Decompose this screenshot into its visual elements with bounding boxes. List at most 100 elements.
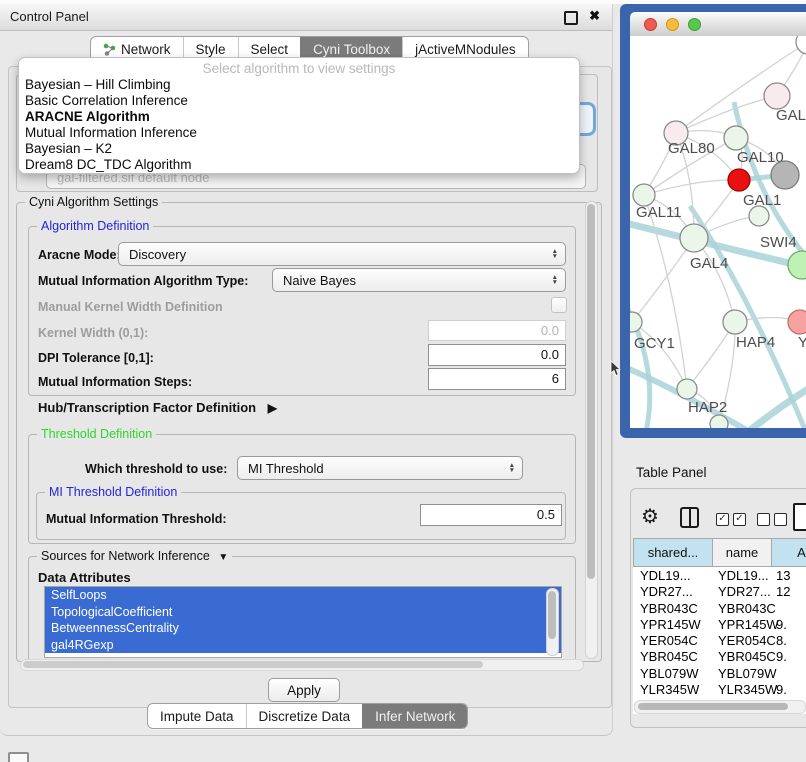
kernel-width-field[interactable]: 0.0 [428,320,566,341]
table-cell: YER054C [640,633,698,648]
table-row[interactable]: YDL19...YDL19...13 [633,567,806,583]
network-node-y[interactable] [788,310,806,334]
attribute-item[interactable]: BetweennessCentrality [45,620,561,637]
network-window-titlebar[interactable] [630,12,806,37]
network-node[interactable] [710,415,728,428]
attribute-item[interactable]: gal4RGexp [45,637,561,654]
table-row[interactable]: YBR045CYBR045C9. [633,648,806,664]
mi-threshold-field[interactable]: 0.5 [420,504,562,526]
algorithm-option[interactable]: ARACNE Algorithm [19,109,579,125]
node-label: GAL11 [636,204,682,221]
network-edge[interactable] [644,195,687,389]
table-row[interactable]: YBL079WYBL079W [633,665,806,681]
gear-icon[interactable]: ⚙ [641,504,659,529]
panel-title: Control Panel [10,9,89,24]
sources-title: Sources for Network Inference [41,549,210,563]
dpi-tolerance-field[interactable]: 0.0 [428,344,566,366]
tab-label: Cyni Toolbox [313,42,390,57]
algorithm-option[interactable]: Dream8 DC_TDC Algorithm [19,157,579,173]
network-node-gal[interactable] [764,83,790,109]
table-cell: YBR043C [718,601,776,616]
table-row[interactable]: YDR27...YDR27...12 [633,583,806,599]
network-node-gcy1[interactable] [630,312,642,332]
network-node-gal1[interactable] [728,169,750,191]
deselect-all-checkboxes-icon[interactable] [757,513,787,526]
hub-definition-expander[interactable]: Hub/Transcription Factor Definition ▶ [38,400,277,415]
algorithm-option[interactable]: Bayesian – Hill Climbing [19,77,579,93]
node-label: GAL4 [690,255,728,272]
node-label: Y [798,334,806,351]
column-header[interactable]: A [771,539,806,566]
table-cell: YPR145W [718,617,779,632]
data-attributes-list[interactable]: SelfLoopsTopologicalCoefficientBetweenne… [44,586,562,658]
table-cell: 9. [776,682,787,697]
column-header[interactable]: name [712,539,771,566]
stepper-arrows-icon: ▲▼ [509,463,515,473]
attribute-item[interactable]: TopologicalCoefficient [45,604,561,621]
tab-label: Network [121,42,171,57]
attributes-list-scrollbar[interactable] [546,588,559,656]
close-panel-icon[interactable]: ✖ [589,8,600,24]
new-table-icon[interactable] [793,503,806,531]
network-node-swi4[interactable] [749,206,769,226]
tab-label: Style [196,42,226,57]
apply-button[interactable]: Apply [268,678,340,702]
network-canvas[interactable]: GALGAL80GAL10GAL1GAL11SWI4GAL4GCY1HAP4YH… [630,36,806,428]
cyni-settings-title: Cyni Algorithm Settings [25,195,162,209]
hub-definition-label: Hub/Transcription Factor Definition [38,400,256,415]
settings-vertical-scrollbar[interactable] [585,201,598,659]
tab-infer-network[interactable]: Infer Network [362,704,467,728]
mi-threshold-title: MI Threshold Definition [45,485,181,499]
algorithm-option[interactable]: Mutual Information Inference [19,125,579,141]
table-cell: YDL19... [640,568,691,583]
select-all-checkboxes-icon[interactable]: ✓✓ [716,513,746,526]
table-horizontal-scrollbar[interactable] [634,700,806,714]
manual-kernel-checkbox[interactable] [551,297,567,313]
table-cell: YER054C [718,633,776,648]
table-cell: YBL079W [640,666,699,681]
network-node[interactable] [788,251,806,279]
attribute-item[interactable]: SelfLoops [45,587,561,604]
network-edge[interactable] [676,96,777,133]
network-node-gal11[interactable] [633,184,655,206]
column-header[interactable]: shared... [633,539,712,566]
table-row[interactable]: YER054CYER054C8. [633,632,806,648]
table-cell: YDR27... [718,584,771,599]
which-threshold-combo[interactable]: MI Threshold ▲▼ [237,456,523,480]
sources-title-row[interactable]: Sources for Network Inference ▼ [37,549,232,563]
minimize-window-icon[interactable] [666,18,679,31]
network-node[interactable] [771,161,799,189]
close-window-icon[interactable] [644,18,657,31]
column-layout-icon[interactable] [680,507,699,528]
mi-steps-field[interactable]: 6 [428,368,566,390]
table-row[interactable]: YPR145WYPR145W9. [633,616,806,632]
tab-discretize-data[interactable]: Discretize Data [246,704,363,728]
algorithm-option[interactable]: Bayesian – K2 [19,141,579,157]
zoom-window-icon[interactable] [688,18,701,31]
dpi-tolerance-label: DPI Tolerance [0,1]: [38,351,154,365]
table-row[interactable]: YBR043CYBR043C [633,600,806,616]
kernel-width-label: Kernel Width (0,1): [38,326,148,340]
screen: Control Panel ✖ NetworkStyleSelectCyni T… [0,0,806,762]
algorithm-option[interactable]: Basic Correlation Inference [19,93,579,109]
node-label: HAP2 [688,399,727,416]
network-node-hap4[interactable] [723,310,747,334]
float-panel-icon[interactable] [564,11,578,25]
aracne-mode-combo[interactable]: Discovery ▲▼ [118,242,566,266]
network-edge[interactable] [632,238,694,322]
table-cell: YBR045C [640,649,698,664]
network-node-gal10[interactable] [724,126,748,150]
network-node-hap2[interactable] [677,379,697,399]
network-node-gal4[interactable] [680,224,708,252]
settings-horizontal-scrollbar[interactable] [20,659,584,671]
table-cell: YLR345W [718,682,777,697]
algorithm-placeholder: Select algorithm to view settings [19,61,579,76]
mi-type-combo[interactable]: Naive Bayes ▲▼ [272,268,566,292]
network-node[interactable] [796,36,806,54]
collapse-down-icon: ▼ [218,552,228,563]
table-row[interactable]: YLR345WYLR345W9. [633,681,806,697]
table-cell: 13 [776,568,790,583]
minimized-panel-icon[interactable] [8,752,29,762]
tab-impute-data[interactable]: Impute Data [148,704,246,728]
manual-kernel-label: Manual Kernel Width Definition [38,300,223,314]
